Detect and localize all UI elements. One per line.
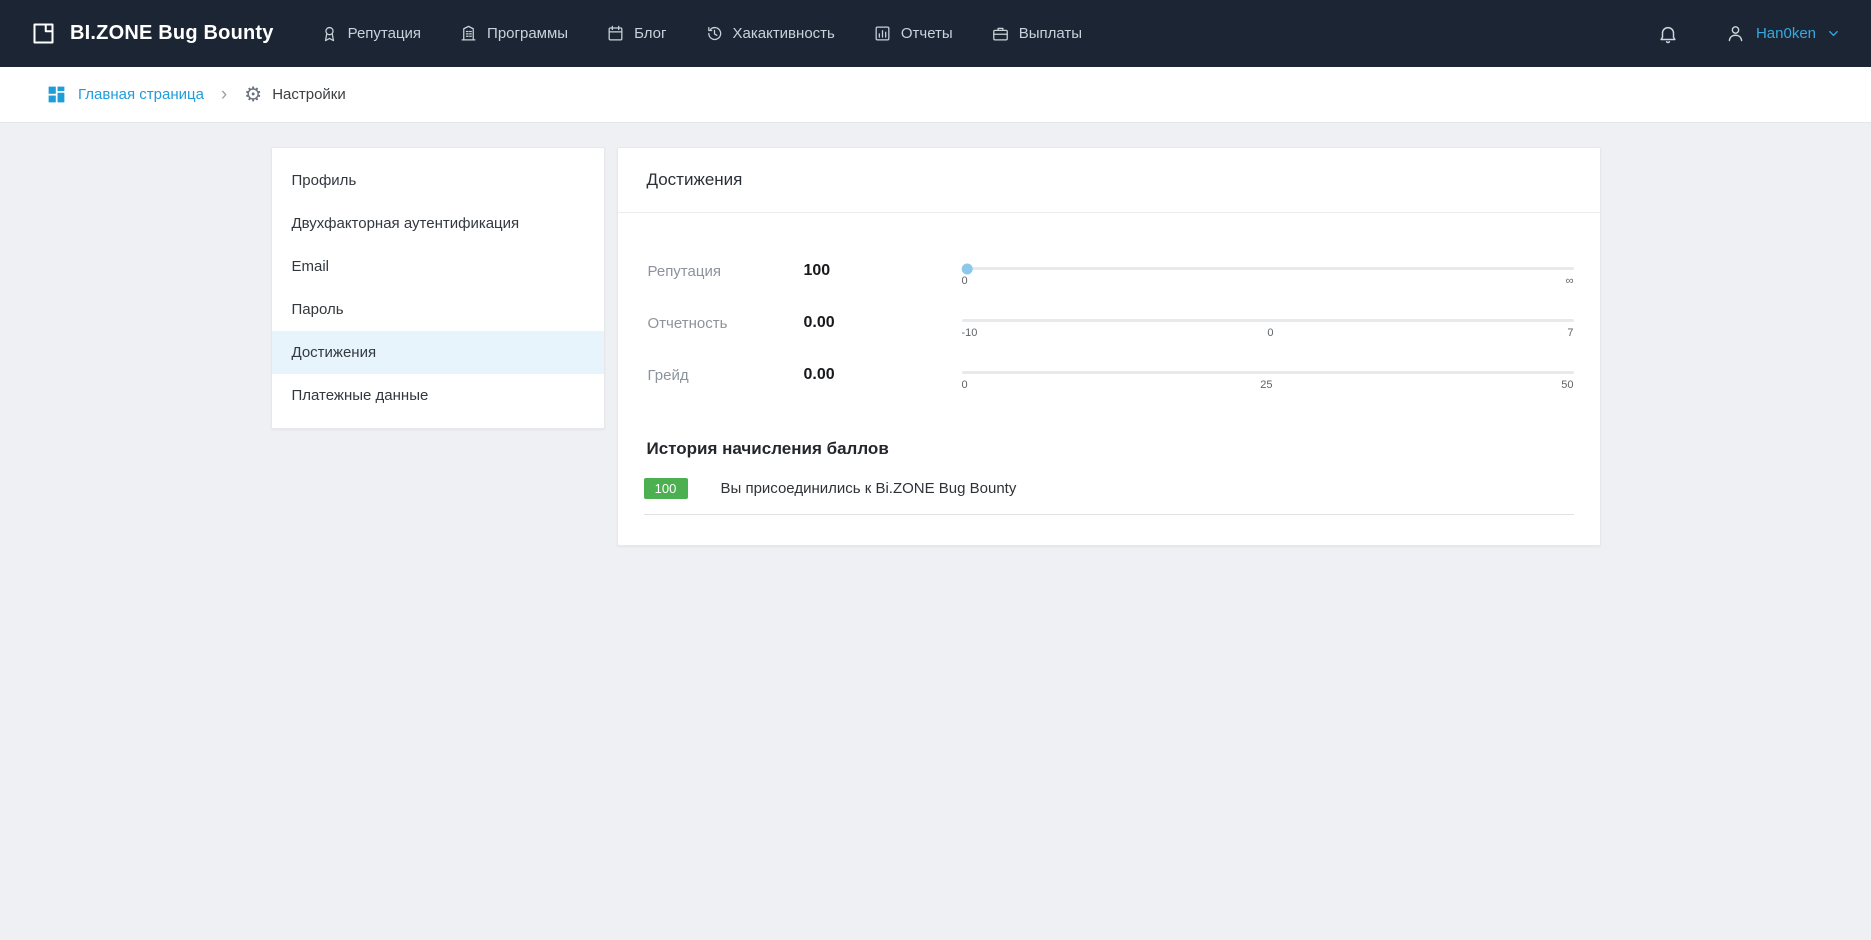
breadcrumb-separator: › — [221, 85, 227, 104]
metric-value: 0.00 — [804, 314, 962, 332]
chevron-down-icon — [1826, 26, 1841, 41]
tick-max: 7 — [1564, 327, 1574, 339]
brand-home-link[interactable]: BI.ZONE Bug Bounty — [30, 20, 274, 47]
slider-ticks: 0 ∞ — [962, 275, 1574, 287]
history-list: 100 Вы присоединились к Bi.ZONE Bug Boun… — [644, 461, 1574, 515]
nav-item-label: Репутация — [348, 25, 421, 42]
blog-calendar-icon — [606, 24, 625, 43]
notifications-bell-icon[interactable] — [1657, 23, 1679, 45]
metric-slider: 0 ∞ — [962, 255, 1574, 287]
tick-mid — [1263, 275, 1273, 287]
achievements-panel: Достижения Репутация 100 0 ∞ Отчетн — [617, 147, 1601, 546]
nav-item-reputation[interactable]: Репутация — [320, 24, 421, 43]
programs-building-icon — [459, 24, 478, 43]
settings-page: Профиль Двухфакторная аутентификация Ema… — [271, 147, 1601, 546]
sidebar-item-password[interactable]: Пароль — [272, 288, 604, 331]
reputation-award-icon — [320, 24, 339, 43]
metric-label: Отчетность — [644, 315, 804, 332]
nav-item-payouts[interactable]: Выплаты — [991, 24, 1082, 43]
payouts-briefcase-icon — [991, 24, 1010, 43]
breadcrumb-home-link[interactable]: Главная страница — [46, 84, 204, 105]
settings-gear-icon: ⚙ — [244, 85, 262, 105]
nav-item-hackactivity[interactable]: Хакактивность — [705, 24, 835, 43]
reports-chart-icon — [873, 24, 892, 43]
nav-item-blog[interactable]: Блог — [606, 24, 666, 43]
slider-track — [962, 267, 1574, 270]
slider-ticks: -10 0 7 — [962, 327, 1574, 339]
sidebar-item-2fa[interactable]: Двухфакторная аутентификация — [272, 202, 604, 245]
bizone-logo-icon — [30, 20, 57, 47]
settings-sidebar: Профиль Двухфакторная аутентификация Ema… — [271, 147, 605, 429]
panel-title: Достижения — [618, 148, 1600, 213]
sidebar-item-payment-data[interactable]: Платежные данные — [272, 374, 604, 417]
tick-mid: 25 — [1260, 379, 1272, 391]
breadcrumb-current: ⚙ Настройки — [244, 85, 346, 105]
breadcrumb: Главная страница › ⚙ Настройки — [0, 67, 1871, 123]
metric-slider: 0 25 50 — [962, 359, 1574, 391]
nav-item-reports[interactable]: Отчеты — [873, 24, 953, 43]
brand-title: BI.ZONE Bug Bounty — [70, 22, 274, 45]
metrics-block: Репутация 100 0 ∞ Отчетность 0.00 — [618, 213, 1600, 423]
history-title: История начисления баллов — [647, 439, 1571, 459]
breadcrumb-home-label: Главная страница — [78, 86, 204, 103]
sidebar-item-achievements[interactable]: Достижения — [272, 331, 604, 374]
tick-min: -10 — [962, 327, 978, 339]
navbar-right: Han0ken — [1657, 23, 1841, 45]
username: Han0ken — [1756, 25, 1816, 42]
tick-min: 0 — [962, 275, 972, 287]
sidebar-item-email[interactable]: Email — [272, 245, 604, 288]
sidebar-item-profile[interactable]: Профиль — [272, 159, 604, 202]
metric-row-reputation: Репутация 100 0 ∞ — [644, 255, 1574, 287]
nav-item-programs[interactable]: Программы — [459, 24, 568, 43]
metric-value: 0.00 — [804, 366, 962, 384]
metric-label: Репутация — [644, 263, 804, 280]
slider-track — [962, 371, 1574, 374]
points-badge: 100 — [644, 478, 688, 499]
nav-item-label: Отчеты — [901, 25, 953, 42]
slider-ticks: 0 25 50 — [962, 379, 1574, 391]
nav-item-label: Хакактивность — [733, 25, 835, 42]
history-text: Вы присоединились к Bi.ZONE Bug Bounty — [721, 480, 1017, 497]
tick-mid: 0 — [1265, 327, 1275, 339]
user-person-icon — [1725, 23, 1746, 44]
metric-row-reporting: Отчетность 0.00 -10 0 7 — [644, 307, 1574, 339]
nav-item-label: Выплаты — [1019, 25, 1082, 42]
slider-track — [962, 319, 1574, 322]
user-menu[interactable]: Han0ken — [1725, 23, 1841, 44]
metric-label: Грейд — [644, 367, 804, 384]
metric-row-grade: Грейд 0.00 0 25 50 — [644, 359, 1574, 391]
history-row: 100 Вы присоединились к Bi.ZONE Bug Boun… — [644, 461, 1574, 515]
tick-max: ∞ — [1564, 275, 1574, 287]
top-navbar: BI.ZONE Bug Bounty Репутация Программы — [0, 0, 1871, 67]
main-nav: Репутация Программы Блог — [320, 24, 1082, 43]
tick-min: 0 — [962, 379, 972, 391]
nav-item-label: Блог — [634, 25, 666, 42]
history-clock-icon — [705, 24, 724, 43]
tick-max: 50 — [1561, 379, 1573, 391]
breadcrumb-current-label: Настройки — [272, 86, 346, 103]
metric-value: 100 — [804, 262, 962, 280]
home-grid-icon — [46, 84, 67, 105]
slider-thumb — [961, 263, 972, 274]
metric-slider: -10 0 7 — [962, 307, 1574, 339]
nav-item-label: Программы — [487, 25, 568, 42]
